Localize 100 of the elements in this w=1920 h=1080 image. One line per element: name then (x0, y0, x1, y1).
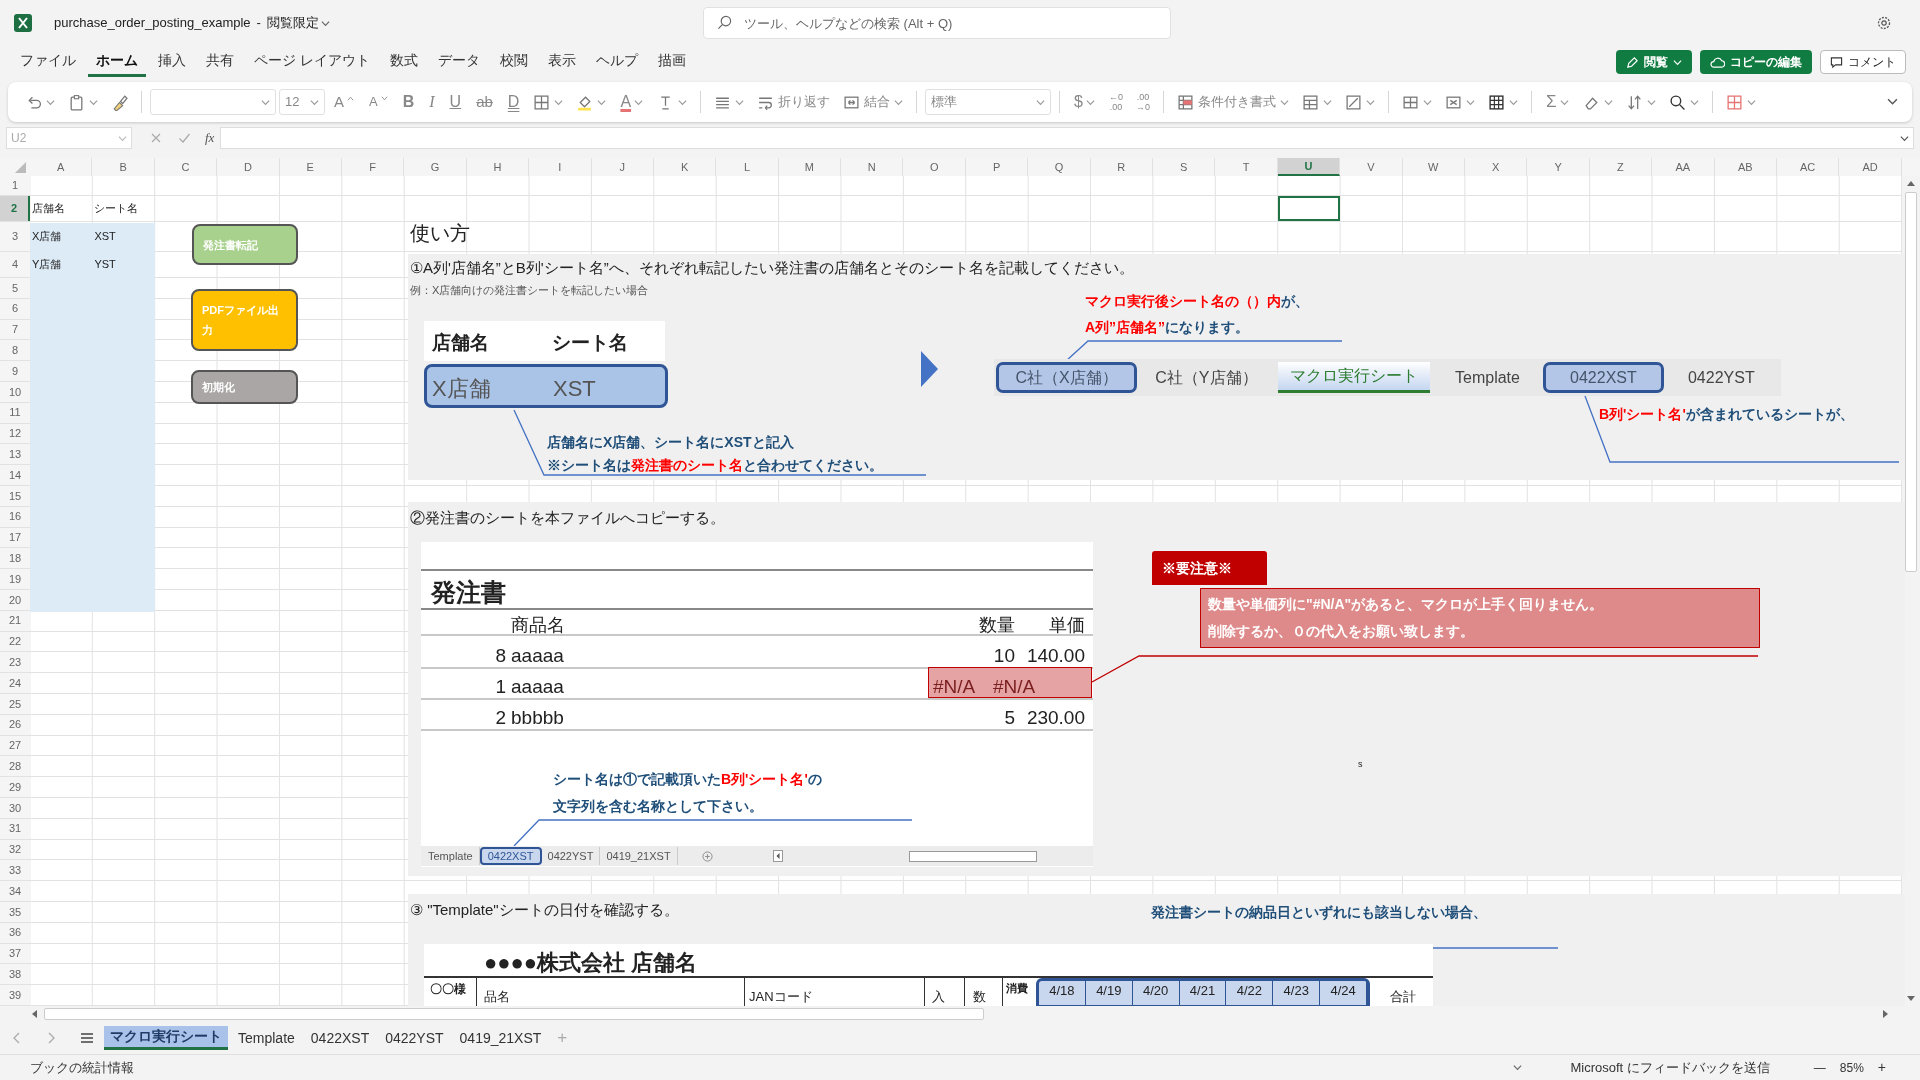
menu-tab[interactable]: ページ レイアウト (246, 47, 378, 77)
wrap-text-button[interactable]: 折り返す (752, 88, 836, 116)
sheet-tab[interactable]: Template (232, 1026, 301, 1050)
row-header[interactable]: 24 (0, 673, 30, 693)
row-header[interactable]: 1 (0, 176, 30, 195)
table-cell[interactable]: X店舗 (30, 222, 93, 251)
row-header[interactable]: 32 (0, 839, 30, 860)
row-header[interactable]: 13 (0, 444, 30, 465)
row-header[interactable]: 19 (0, 569, 30, 589)
row-header[interactable]: 16 (0, 506, 30, 527)
row-header[interactable]: 36 (0, 922, 30, 943)
menu-tab[interactable]: 描画 (649, 47, 694, 77)
decimal-places-button[interactable]: ←0 .00 (1103, 88, 1128, 116)
scroll-down-icon[interactable] (1906, 995, 1916, 1003)
row-header[interactable]: 12 (0, 423, 30, 444)
table-cell[interactable]: YST (92, 252, 155, 277)
zoom-level[interactable]: 85% (1839, 1058, 1864, 1077)
currency-button[interactable]: $ (1068, 88, 1101, 116)
row-header[interactable]: 21 (0, 610, 30, 631)
row-header[interactable]: 38 (0, 964, 30, 985)
caret-icon[interactable] (1513, 1063, 1523, 1072)
font-name-field[interactable] (150, 89, 276, 115)
row-header[interactable]: 10 (0, 382, 30, 402)
row-header[interactable]: 20 (0, 589, 30, 610)
search-field[interactable]: ツール、ヘルプなどの検索 (Alt + Q) (703, 7, 1171, 39)
row-header[interactable]: 5 (0, 278, 30, 298)
sheet-tab[interactable]: 0419_21XST (453, 1026, 548, 1050)
scroll-thumb[interactable] (44, 1008, 984, 1020)
table-cell[interactable]: 店舗名 (30, 196, 93, 221)
font-color-button[interactable]: A (614, 88, 650, 116)
row-header[interactable]: 17 (0, 527, 30, 548)
number-format-field[interactable]: 標準 (925, 89, 1052, 115)
menu-icon[interactable] (80, 1032, 94, 1044)
conditional-format-button[interactable]: 条件付き書式 (1172, 88, 1294, 116)
shrink-font-button[interactable]: A (363, 88, 394, 116)
row-header[interactable]: 3 (0, 222, 30, 251)
row-header[interactable]: 31 (0, 818, 30, 839)
formula-field[interactable] (220, 127, 1914, 149)
scroll-left-icon[interactable] (30, 1009, 40, 1019)
row-header[interactable]: 6 (0, 298, 30, 319)
menu-tab[interactable]: 表示 (539, 47, 584, 77)
row-header[interactable]: 23 (0, 652, 30, 673)
zoom-out-button[interactable]: — (1809, 1058, 1830, 1077)
strikethrough-button[interactable]: ab (470, 88, 499, 116)
menu-tab[interactable]: ヘルプ (587, 47, 646, 77)
row-header[interactable]: 37 (0, 943, 30, 964)
previous-sheet-icon[interactable] (12, 1032, 22, 1044)
read-only-mode-menu[interactable]: 閲覧限定 (266, 13, 330, 33)
menu-tab[interactable]: 数式 (381, 47, 426, 77)
checkmark-icon[interactable] (178, 132, 191, 144)
table-cell[interactable]: シート名 (92, 196, 155, 221)
row-header[interactable]: 8 (0, 340, 30, 361)
scroll-thumb[interactable] (1905, 192, 1917, 572)
sheet-tab[interactable]: 0422XST (304, 1026, 376, 1050)
row-header[interactable]: 39 (0, 985, 30, 1005)
insert-function-button[interactable]: fx (205, 128, 215, 148)
menu-tab[interactable]: ファイル (12, 47, 84, 77)
double-underline-button[interactable]: D (501, 88, 526, 116)
row-header[interactable]: 18 (0, 548, 30, 569)
selected-cell[interactable] (1277, 196, 1341, 221)
comment-button[interactable]: コメント (1820, 50, 1906, 74)
row-header[interactable]: 34 (0, 881, 30, 901)
row-header[interactable]: 7 (0, 319, 30, 340)
row-header[interactable]: 28 (0, 756, 30, 777)
row-header[interactable]: 22 (0, 631, 30, 652)
collapse-ribbon-icon[interactable] (1887, 96, 1898, 107)
underline-button[interactable]: U (443, 88, 468, 116)
menu-tab[interactable]: ホーム (88, 47, 146, 77)
row-header[interactable]: 15 (0, 485, 30, 506)
row-header[interactable]: 2 (0, 196, 30, 221)
row-header[interactable]: 33 (0, 860, 30, 881)
scroll-up-icon[interactable] (1906, 179, 1916, 187)
menu-tab[interactable]: 共有 (198, 47, 242, 77)
grow-font-button[interactable]: A (328, 88, 360, 116)
menu-tab[interactable]: 挿入 (150, 47, 194, 77)
scroll-right-icon[interactable] (1880, 1009, 1890, 1019)
table-cell[interactable]: Y店舗 (30, 252, 93, 277)
italic-button[interactable]: I (423, 88, 441, 116)
font-size-field[interactable]: 12 (279, 89, 325, 115)
column-header[interactable]: U (1277, 158, 1341, 176)
row-header[interactable]: 11 (0, 402, 30, 423)
feedback-link[interactable]: Microsoft にフィードバックを送信 (1570, 1057, 1770, 1078)
cancel-icon[interactable] (150, 132, 162, 144)
row-header[interactable]: 4 (0, 252, 30, 277)
settings-icon[interactable] (1876, 15, 1892, 31)
sum-button[interactable]: Σ (1540, 88, 1575, 116)
row-header[interactable]: 35 (0, 901, 30, 922)
row-header[interactable]: 29 (0, 777, 30, 797)
row-header[interactable]: 14 (0, 465, 30, 485)
table-cell[interactable]: XST (92, 222, 155, 251)
bold-button[interactable]: B (396, 88, 421, 116)
row-header[interactable]: 26 (0, 714, 30, 735)
workbook-statistics-link[interactable]: ブックの統計情報 (30, 1057, 1514, 1078)
row-header[interactable]: 27 (0, 735, 30, 756)
next-sheet-icon[interactable] (46, 1032, 56, 1044)
merge-button[interactable]: 結合 (838, 88, 909, 116)
row-header[interactable]: 9 (0, 361, 30, 381)
zoom-in-button[interactable]: + (1873, 1057, 1890, 1078)
decimal-places-button[interactable]: .00 →0 (1131, 88, 1155, 116)
row-header[interactable]: 25 (0, 693, 30, 714)
